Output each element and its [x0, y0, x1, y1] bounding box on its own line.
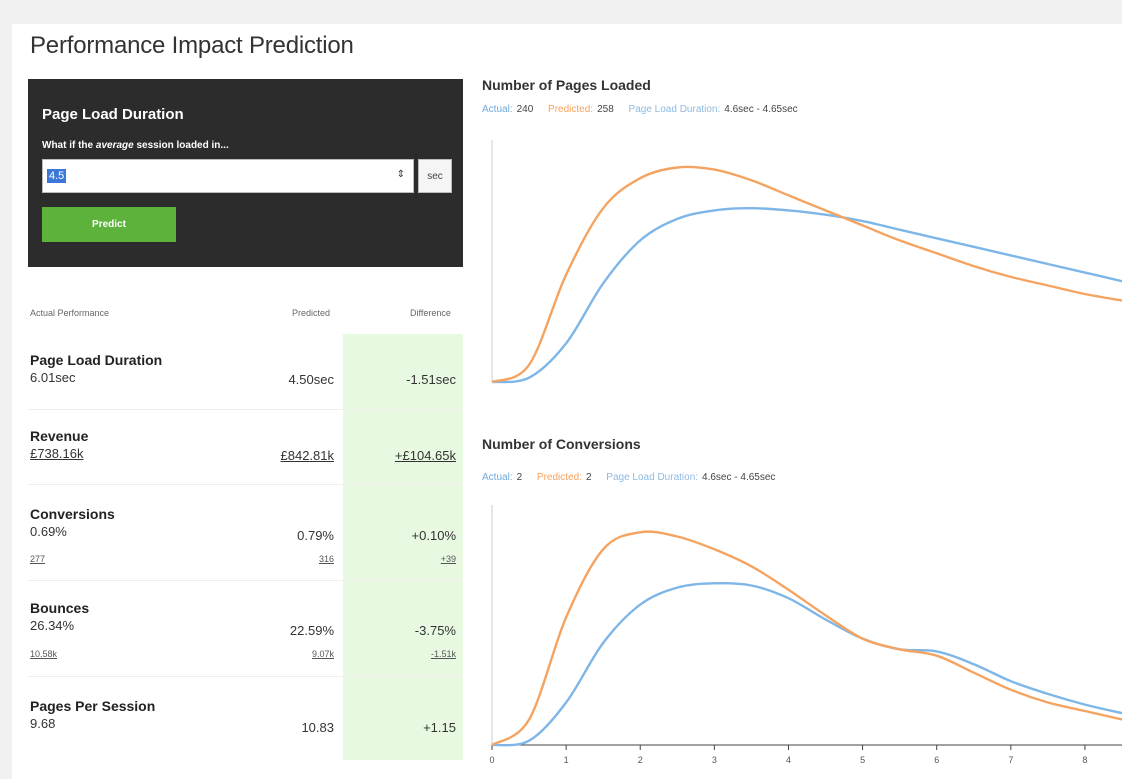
legend-duration-label: Page Load Duration:: [628, 104, 721, 115]
row-divider: [28, 580, 463, 581]
chart-conversions: 0 1 2 3 4 5 6 7 8: [489, 505, 1122, 765]
chart-conversions-legend: Actual: 2 Predicted: 2 Page Load Duration:…: [482, 472, 787, 483]
chart-conversions-title: Number of Conversions: [482, 436, 641, 452]
metric-actual-conversions: 0.69%: [30, 524, 67, 539]
x-tick-label: 4: [786, 755, 791, 765]
metric-actual-revenue[interactable]: £738.16k: [30, 446, 84, 461]
duration-input-value[interactable]: 4.5: [47, 169, 67, 183]
x-tick-label: 2: [638, 755, 643, 765]
chart-pages-legend: Actual: 240 Predicted: 258 Page Load Durat…: [482, 104, 810, 115]
form-subtitle: What if the average session loaded in...: [42, 140, 229, 151]
series-line-predicted: [491, 165, 1122, 384]
metric-difference-sub-bounces[interactable]: -1.51k: [431, 649, 456, 659]
x-tick-label: 7: [1008, 755, 1013, 765]
row-divider: [28, 409, 463, 410]
series-line-predicted: [491, 530, 1122, 747]
metric-actual-page-load: 6.01sec: [30, 370, 76, 385]
metric-difference-sub-conversions[interactable]: +39: [441, 554, 456, 564]
form-title: Page Load Duration: [42, 106, 184, 123]
metric-predicted-page-load: 4.50sec: [288, 372, 334, 387]
metric-name-revenue: Revenue: [30, 428, 89, 444]
header-predicted: Predicted: [292, 308, 331, 318]
row-divider: [28, 484, 463, 485]
x-tick-label: 3: [712, 755, 717, 765]
metric-actual-sub-conversions[interactable]: 277: [30, 554, 45, 564]
metric-name-bounces: Bounces: [30, 600, 90, 616]
row-divider: [28, 676, 463, 677]
legend-actual-value: 2: [516, 472, 523, 483]
metric-name-conversions: Conversions: [30, 506, 115, 522]
page-title: Performance Impact Prediction: [30, 32, 354, 59]
chart-pages-title: Number of Pages Loaded: [482, 77, 651, 93]
header-difference: Difference: [410, 308, 451, 318]
form-subtitle-suffix: session loaded in...: [133, 140, 229, 151]
metric-difference-revenue[interactable]: +£104.65k: [395, 448, 456, 463]
legend-predicted-label: Predicted:: [536, 472, 582, 483]
metric-predicted-sub-conversions[interactable]: 316: [319, 554, 334, 564]
duration-input[interactable]: 4.5 ⇕: [42, 159, 414, 193]
metric-predicted-revenue[interactable]: £842.81k: [281, 448, 335, 463]
metric-predicted-sub-bounces[interactable]: 9.07k: [312, 649, 334, 659]
unit-addon: sec: [418, 159, 452, 193]
metric-predicted-conversions: 0.79%: [297, 528, 334, 543]
legend-predicted-value: 2: [585, 472, 592, 483]
legend-actual-value: 240: [516, 104, 534, 115]
header-actual: Actual Performance: [30, 308, 110, 318]
prediction-form-panel: Page Load Duration What if the average s…: [28, 79, 463, 267]
legend-duration-label: Page Load Duration:: [606, 472, 699, 483]
metric-predicted-bounces: 22.59%: [289, 623, 334, 638]
x-tick-label: 1: [564, 755, 569, 765]
legend-duration-value: 4.6sec - 4.65sec: [724, 104, 798, 115]
metric-predicted-pages-per-session: 10.83: [301, 720, 334, 735]
metric-actual-bounces: 26.34%: [30, 618, 75, 633]
legend-predicted-value: 258: [597, 104, 614, 115]
x-tick-label: 8: [1082, 755, 1087, 765]
metric-difference-pages-per-session: +1.15: [423, 720, 456, 735]
x-tick-label: 0: [489, 755, 494, 765]
x-tick-label: 6: [934, 755, 939, 765]
metric-difference-page-load: -1.51sec: [406, 372, 456, 387]
metric-difference-bounces: -3.75%: [414, 623, 456, 638]
form-subtitle-emphasis: average: [95, 140, 134, 151]
legend-predicted-label: Predicted:: [548, 104, 594, 115]
spinner-icon[interactable]: ⇕: [397, 169, 405, 180]
metric-difference-conversions: +0.10%: [411, 528, 456, 543]
metric-actual-sub-bounces[interactable]: 10.58k: [30, 649, 57, 659]
legend-duration-value: 4.6sec - 4.65sec: [702, 472, 776, 483]
legend-actual-label: Actual:: [482, 472, 513, 483]
metric-name-page-load: Page Load Duration: [30, 352, 163, 368]
legend-actual-label: Actual:: [482, 104, 513, 115]
metric-name-pages-per-session: Pages Per Session: [30, 698, 156, 714]
predict-button[interactable]: Predict: [42, 207, 176, 242]
form-subtitle-prefix: What if the: [42, 140, 96, 151]
series-line-actual: [491, 581, 1122, 747]
chart-pages-loaded: [491, 140, 1122, 384]
x-tick-label: 5: [860, 755, 865, 765]
metric-actual-pages-per-session: 9.68: [30, 716, 56, 731]
difference-column-highlight: [343, 334, 463, 760]
